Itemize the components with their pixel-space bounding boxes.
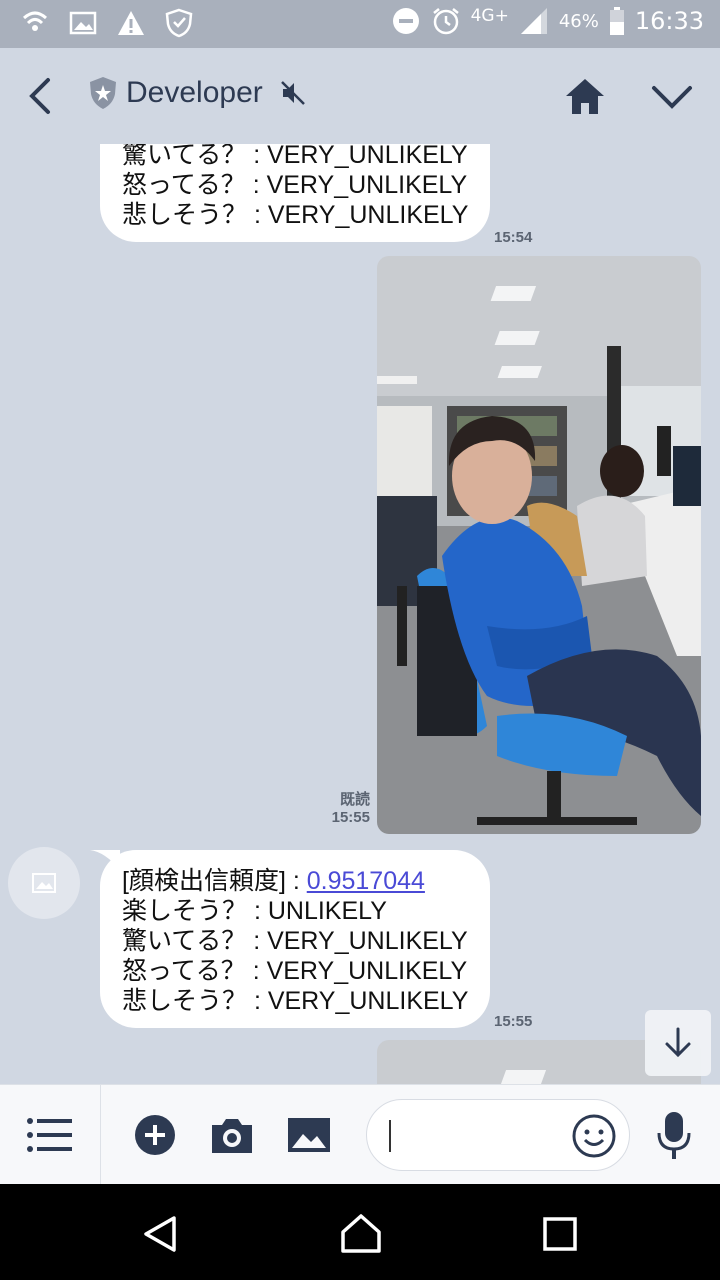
battery-level: 46% bbox=[558, 10, 599, 32]
image-icon bbox=[69, 11, 97, 35]
alarm-icon bbox=[432, 8, 459, 35]
avatar-placeholder-icon bbox=[32, 873, 56, 893]
arrow-down-icon bbox=[665, 1027, 691, 1058]
message-time: 15:55 bbox=[331, 809, 370, 826]
message-time: 15:54 bbox=[494, 229, 533, 246]
emoji-icon[interactable] bbox=[571, 1113, 617, 1159]
sender-avatar[interactable] bbox=[8, 847, 80, 919]
chat-title: Developer bbox=[126, 76, 263, 109]
input-bar bbox=[0, 1084, 720, 1185]
message-line: 驚いてる？ : VERY_UNLIKELY bbox=[122, 927, 468, 955]
camera-icon[interactable] bbox=[210, 1115, 254, 1155]
wifi-calling-icon bbox=[22, 11, 48, 31]
warning-icon bbox=[118, 11, 144, 35]
plus-icon[interactable] bbox=[135, 1115, 175, 1155]
nav-back-icon[interactable] bbox=[140, 1214, 180, 1254]
sent-photo[interactable] bbox=[377, 256, 701, 834]
message-line: 怒ってる？ : VERY_UNLIKELY bbox=[122, 957, 468, 985]
read-receipt: 既読 bbox=[339, 791, 370, 808]
nav-recent-icon[interactable] bbox=[542, 1216, 578, 1252]
shield-icon bbox=[165, 8, 193, 38]
message-input[interactable] bbox=[366, 1099, 630, 1171]
chat-header: Developer bbox=[0, 48, 720, 144]
message-line: 楽しそう？ : UNLIKELY bbox=[122, 897, 387, 925]
bot-message-bubble[interactable]: 驚いてる？ : VERY_UNLIKELY 怒ってる？ : VERY_UNLIK… bbox=[100, 144, 490, 242]
chevron-down-icon[interactable] bbox=[650, 82, 694, 112]
chat-title-area[interactable]: Developer bbox=[88, 76, 307, 110]
mute-icon bbox=[280, 81, 305, 105]
confidence-line: [顔検出信頼度] : 0.9517044 bbox=[122, 866, 468, 896]
chat-area[interactable]: 驚いてる？ : VERY_UNLIKELY 怒ってる？ : VERY_UNLIK… bbox=[0, 144, 720, 1084]
text-caret bbox=[389, 1120, 391, 1152]
message-line: 悲しそう？ : VERY_UNLIKELY bbox=[122, 987, 469, 1015]
status-bar: 4G+ 46% 16:33 bbox=[0, 0, 720, 48]
message-time: 15:55 bbox=[494, 1013, 533, 1030]
mic-icon[interactable] bbox=[656, 1111, 692, 1161]
nav-home-icon[interactable] bbox=[340, 1212, 382, 1254]
image-icon[interactable] bbox=[287, 1117, 331, 1153]
bubble-tail bbox=[90, 850, 120, 870]
back-icon[interactable] bbox=[20, 74, 60, 118]
signal-icon bbox=[520, 8, 547, 34]
home-icon[interactable] bbox=[564, 76, 606, 116]
message-line: 怒ってる？ : VERY_UNLIKELY bbox=[122, 171, 468, 199]
system-nav-bar bbox=[0, 1184, 720, 1280]
bot-message-bubble[interactable]: [顔検出信頼度] : 0.9517044 楽しそう？ : UNLIKELY 驚い… bbox=[90, 850, 490, 1028]
do-not-disturb-icon bbox=[392, 8, 419, 34]
office-photo bbox=[377, 256, 701, 834]
clock: 16:33 bbox=[634, 7, 704, 35]
input-divider bbox=[100, 1085, 101, 1185]
menu-icon[interactable] bbox=[26, 1115, 74, 1155]
message-line: 悲しそう？ : VERY_UNLIKELY bbox=[122, 201, 469, 229]
message-line: 驚いてる？ : VERY_UNLIKELY bbox=[122, 144, 468, 169]
network-type: 4G+ bbox=[470, 6, 509, 26]
confidence-label: [顔検出信頼度] : bbox=[122, 867, 307, 895]
scroll-to-bottom-button[interactable] bbox=[645, 1010, 711, 1076]
battery-icon bbox=[609, 7, 624, 35]
confidence-link[interactable]: 0.9517044 bbox=[307, 867, 425, 895]
official-badge-icon bbox=[90, 77, 116, 109]
